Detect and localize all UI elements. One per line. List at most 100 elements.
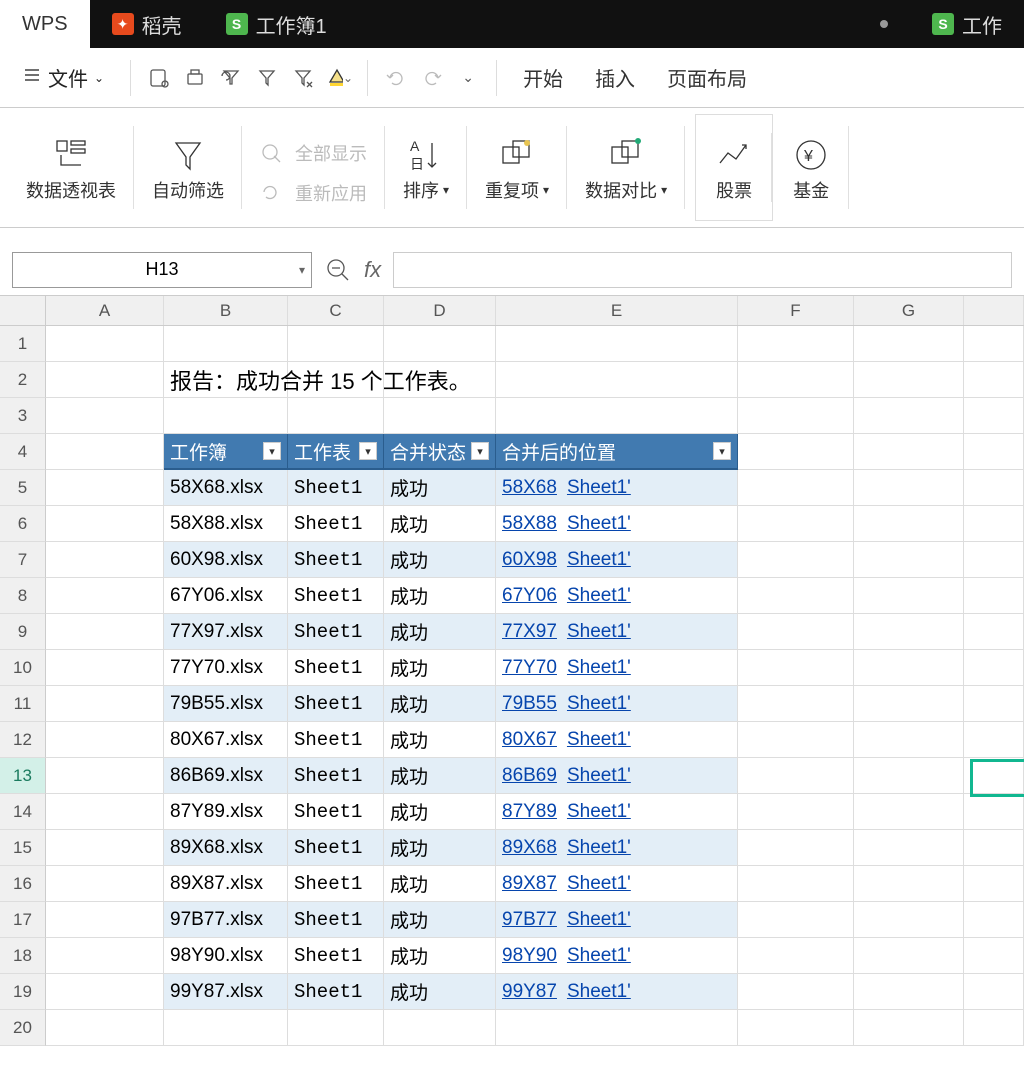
overflow-icon[interactable]: ⌄ <box>454 64 482 92</box>
cell[interactable]: Sheet1 <box>288 650 384 686</box>
cell[interactable] <box>964 686 1024 722</box>
tab-wps[interactable]: WPS <box>0 0 90 48</box>
cell[interactable]: Sheet1 <box>288 938 384 974</box>
cell[interactable]: 成功 <box>384 974 496 1010</box>
cell[interactable] <box>738 974 854 1010</box>
cell[interactable]: 77Y70Sheet1' <box>496 650 738 686</box>
cell[interactable] <box>738 794 854 830</box>
cell[interactable] <box>964 830 1024 866</box>
cell[interactable] <box>46 542 164 578</box>
cell[interactable] <box>964 1010 1024 1046</box>
cell[interactable]: 98Y90Sheet1' <box>496 938 738 974</box>
col-header[interactable]: B <box>164 296 288 325</box>
cell[interactable] <box>46 722 164 758</box>
ribbon-autofilter[interactable]: 自动筛选 <box>134 108 242 227</box>
cell[interactable] <box>46 830 164 866</box>
tab-workbook1[interactable]: S 工作簿1 <box>204 0 910 48</box>
cell[interactable]: Sheet1 <box>288 974 384 1010</box>
cell[interactable]: Sheet1 <box>288 866 384 902</box>
row-header[interactable]: 6 <box>0 506 46 542</box>
cell[interactable] <box>46 614 164 650</box>
merged-location-link[interactable]: 97B77Sheet1' <box>502 909 631 931</box>
cell[interactable]: 77X97.xlsx <box>164 614 288 650</box>
cell[interactable] <box>164 326 288 362</box>
col-header[interactable]: F <box>738 296 854 325</box>
row-header[interactable]: 18 <box>0 938 46 974</box>
cell[interactable] <box>46 578 164 614</box>
formula-input[interactable] <box>393 252 1012 288</box>
cell[interactable] <box>46 686 164 722</box>
cell[interactable]: 79B55Sheet1' <box>496 686 738 722</box>
ribbon-pivot[interactable]: 数据透视表 <box>8 108 134 227</box>
print-preview-icon[interactable] <box>145 64 173 92</box>
col-header[interactable]: E <box>496 296 738 325</box>
row-header[interactable]: 8 <box>0 578 46 614</box>
ribbon-fund[interactable]: ¥ 基金 <box>773 108 849 227</box>
cell[interactable]: 60X98.xlsx <box>164 542 288 578</box>
cell[interactable] <box>854 722 964 758</box>
filter-dropdown-icon[interactable]: ▾ <box>359 442 377 460</box>
cell[interactable]: 97B77.xlsx <box>164 902 288 938</box>
cell[interactable] <box>964 542 1024 578</box>
cell[interactable] <box>738 650 854 686</box>
row-header[interactable]: 2 <box>0 362 46 398</box>
row-header[interactable]: 3 <box>0 398 46 434</box>
cell[interactable] <box>738 758 854 794</box>
fx-icon[interactable]: fx <box>364 257 381 283</box>
cell[interactable]: 80X67.xlsx <box>164 722 288 758</box>
cell[interactable] <box>46 470 164 506</box>
cell[interactable]: 成功 <box>384 938 496 974</box>
cell[interactable]: Sheet1 <box>288 902 384 938</box>
row-header[interactable]: 16 <box>0 866 46 902</box>
cell[interactable] <box>964 722 1024 758</box>
row-header[interactable]: 19 <box>0 974 46 1010</box>
cell[interactable] <box>854 614 964 650</box>
row-header[interactable]: 4 <box>0 434 46 470</box>
cell[interactable] <box>964 506 1024 542</box>
cell[interactable] <box>738 1010 854 1046</box>
cell[interactable] <box>288 398 384 434</box>
cell[interactable] <box>46 650 164 686</box>
col-header[interactable]: D <box>384 296 496 325</box>
tab-workbook2[interactable]: S 工作 <box>910 0 1024 48</box>
undo-filter-icon[interactable] <box>217 64 245 92</box>
cell[interactable]: 成功 <box>384 866 496 902</box>
cell[interactable] <box>854 974 964 1010</box>
cell[interactable] <box>964 326 1024 362</box>
cell[interactable]: Sheet1 <box>288 542 384 578</box>
cell[interactable]: 86B69Sheet1' <box>496 758 738 794</box>
cell[interactable]: 成功 <box>384 470 496 506</box>
cell[interactable]: Sheet1 <box>288 578 384 614</box>
cell[interactable] <box>738 722 854 758</box>
merged-location-link[interactable]: 67Y06Sheet1' <box>502 585 631 607</box>
cell[interactable] <box>738 578 854 614</box>
merged-location-link[interactable]: 77X97Sheet1' <box>502 621 631 643</box>
cell[interactable] <box>46 434 164 470</box>
merged-location-link[interactable]: 99Y87Sheet1' <box>502 981 631 1003</box>
tab-doc[interactable]: ✦ 稻壳 <box>90 0 204 48</box>
cell[interactable] <box>854 902 964 938</box>
cell[interactable]: 成功 <box>384 614 496 650</box>
cell[interactable] <box>854 578 964 614</box>
cell[interactable] <box>964 758 1024 794</box>
cell[interactable] <box>46 758 164 794</box>
cell[interactable] <box>738 470 854 506</box>
cell[interactable]: Sheet1 <box>288 686 384 722</box>
cell[interactable] <box>288 1010 384 1046</box>
cell[interactable]: 77X97Sheet1' <box>496 614 738 650</box>
print-icon[interactable] <box>181 64 209 92</box>
row-header[interactable]: 17 <box>0 902 46 938</box>
cell[interactable]: 86B69.xlsx <box>164 758 288 794</box>
cell[interactable] <box>854 542 964 578</box>
merged-location-link[interactable]: 79B55Sheet1' <box>502 693 631 715</box>
cell[interactable]: 成功 <box>384 542 496 578</box>
cell[interactable]: Sheet1 <box>288 758 384 794</box>
cell[interactable]: Sheet1 <box>288 722 384 758</box>
cell[interactable] <box>288 362 384 398</box>
cell[interactable] <box>738 326 854 362</box>
cell[interactable] <box>738 614 854 650</box>
row-header[interactable]: 14 <box>0 794 46 830</box>
cell[interactable] <box>854 650 964 686</box>
row-header[interactable]: 20 <box>0 1010 46 1046</box>
ribbon-compare[interactable]: 数据对比▾ <box>567 108 685 227</box>
